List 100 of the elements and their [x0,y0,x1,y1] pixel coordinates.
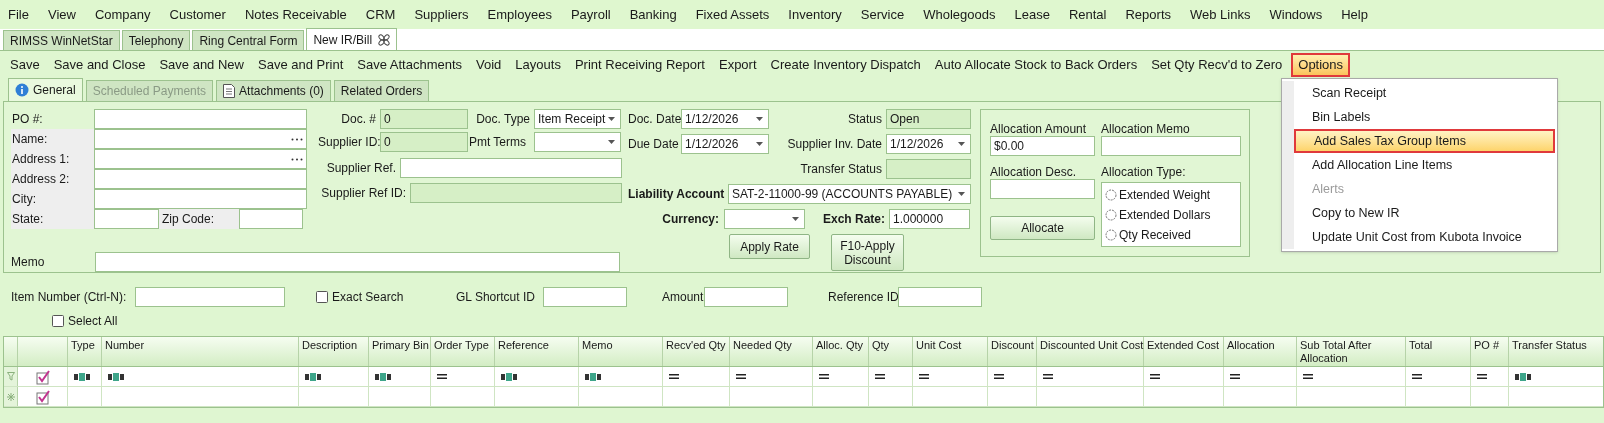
toolbar-button[interactable]: Save and New [154,52,249,77]
menu-item[interactable]: Service [860,4,905,25]
menu-option[interactable]: Add Sales Tax Group Items [1294,129,1555,153]
input-field[interactable] [135,287,285,307]
column-header[interactable]: Primary Bin [369,337,431,366]
input-field[interactable]: Open [886,109,971,129]
document-tab[interactable]: New IR/Bill [306,28,398,50]
document-tab[interactable]: Ring Central Form [192,30,305,50]
toolbar-button[interactable]: Options [1291,52,1351,77]
radio-option[interactable]: Qty Received [1105,226,1237,243]
menu-item[interactable]: Windows [1269,4,1323,25]
column-header[interactable]: Discount [988,337,1037,366]
column-header[interactable]: Allocation [1224,337,1297,366]
menu-item[interactable]: View [47,4,76,25]
menu-item[interactable]: Inventory [788,4,842,25]
radio-option[interactable]: Extended Dollars [1105,206,1237,223]
column-header[interactable]: Transfer Status [1509,337,1603,366]
column-header[interactable]: Total [1406,337,1471,366]
dropdown-field[interactable]: 1/12/2026 [681,109,769,129]
menu-item[interactable]: CRM [365,4,396,25]
checkbox[interactable]: Exact Search [316,288,456,306]
apply-rate-button[interactable]: Apply Rate [729,234,810,259]
column-header[interactable]: Extended Cost [1144,337,1224,366]
input-field[interactable]: 0 [380,109,468,129]
toolbar-button[interactable]: Save Attachments [352,52,468,77]
menu-item[interactable]: Rental [1068,4,1107,25]
input-field[interactable] [239,209,303,229]
input-field[interactable] [94,129,307,149]
dropdown-field[interactable]: Item Receipt [534,109,621,129]
input-field[interactable]: 0 [380,132,468,152]
toolbar-button[interactable]: Void [471,52,507,77]
menu-item[interactable]: Help [1341,4,1368,25]
menu-option[interactable]: Bin Labels [1294,105,1555,129]
document-tab[interactable]: Telephony [121,30,191,50]
input-field[interactable] [94,109,307,129]
column-header[interactable]: PO # [1471,337,1509,366]
dropdown-field[interactable]: 1/12/2026 [886,134,971,154]
column-header[interactable]: Number [102,337,299,366]
form-tab[interactable]: Related Orders [333,80,430,101]
dropdown-field[interactable] [724,209,805,229]
input-field[interactable] [410,183,622,203]
menu-item[interactable]: Banking [629,4,677,25]
toolbar-button[interactable]: Layouts [510,52,566,77]
menu-item[interactable]: Fixed Assets [695,4,770,25]
menu-item[interactable]: Web Links [1190,4,1251,25]
menu-item[interactable]: File [8,4,29,25]
form-tab[interactable]: General [8,78,83,101]
input-field[interactable] [400,158,622,178]
column-header[interactable]: Reference [495,337,579,366]
document-tab[interactable]: RIMSS WinNetStar [3,30,120,50]
toolbar-button[interactable]: Print Receiving Report [569,52,710,77]
input-field[interactable] [990,179,1095,199]
column-header[interactable]: Type [68,337,102,366]
menu-item[interactable]: Company [94,4,151,25]
toolbar-button[interactable]: Export [713,52,762,77]
input-field[interactable] [95,252,620,272]
dropdown-field[interactable]: SAT-2-11000-99 (ACCOUNTS PAYABLE) [728,184,971,204]
input-field[interactable] [898,287,982,307]
toolbar-button[interactable]: Save and Print [253,52,349,77]
column-header[interactable]: Unit Cost [913,337,988,366]
input-field[interactable] [94,169,307,189]
form-tab[interactable]: Attachments (0) [216,80,331,101]
input-field[interactable] [1101,136,1241,156]
column-header[interactable]: Qty [869,337,913,366]
menu-option[interactable]: Update Unit Cost from Kubota Invoice [1294,225,1555,249]
column-header[interactable]: Recv'ed Qty [663,337,730,366]
column-header[interactable]: Needed Qty [730,337,813,366]
column-header[interactable]: Discounted Unit Cost [1037,337,1144,366]
menu-item[interactable]: Lease [1014,4,1050,25]
column-header[interactable]: Description [299,337,369,366]
menu-item[interactable]: Suppliers [414,4,469,25]
menu-item[interactable]: Employees [487,4,552,25]
input-field[interactable] [94,149,307,169]
input-field[interactable]: 1.000000 [889,209,970,229]
column-header[interactable]: Sub Total After Allocation [1297,337,1406,366]
input-field[interactable] [886,159,971,179]
input-field[interactable] [704,287,788,307]
input-field[interactable] [94,209,159,229]
input-field[interactable] [543,287,627,307]
toolbar-button[interactable]: Auto Allocate Stock to Back Orders [929,52,1143,77]
input-field[interactable] [94,189,307,209]
menu-option[interactable]: Add Allocation Line Items [1294,153,1555,177]
toolbar-button[interactable]: Save [5,52,45,77]
menu-item[interactable]: Wholegoods [923,4,996,25]
allocate-button[interactable]: Allocate [990,216,1095,240]
toolbar-button[interactable]: Save and Close [48,52,151,77]
input-field[interactable]: $0.00 [990,136,1095,156]
apply-discount-button[interactable]: F10-Apply Discount [831,234,904,271]
menu-option[interactable]: Scan Receipt [1294,81,1555,105]
checkbox[interactable]: Select All [52,314,1604,328]
column-header[interactable]: Alloc. Qty [813,337,869,366]
menu-option[interactable]: Copy to New IR [1294,201,1555,225]
toolbar-button[interactable]: Create Inventory Dispatch [765,52,926,77]
dropdown-field[interactable]: 1/12/2026 [681,134,769,154]
column-header[interactable]: Memo [579,337,663,366]
toolbar-button[interactable]: Set Qty Recv'd to Zero [1146,52,1288,77]
radio-option[interactable]: Extended Weight [1105,186,1237,203]
menu-item[interactable]: Customer [169,4,226,25]
menu-item[interactable]: Payroll [570,4,611,25]
column-header[interactable]: Order Type [431,337,495,366]
